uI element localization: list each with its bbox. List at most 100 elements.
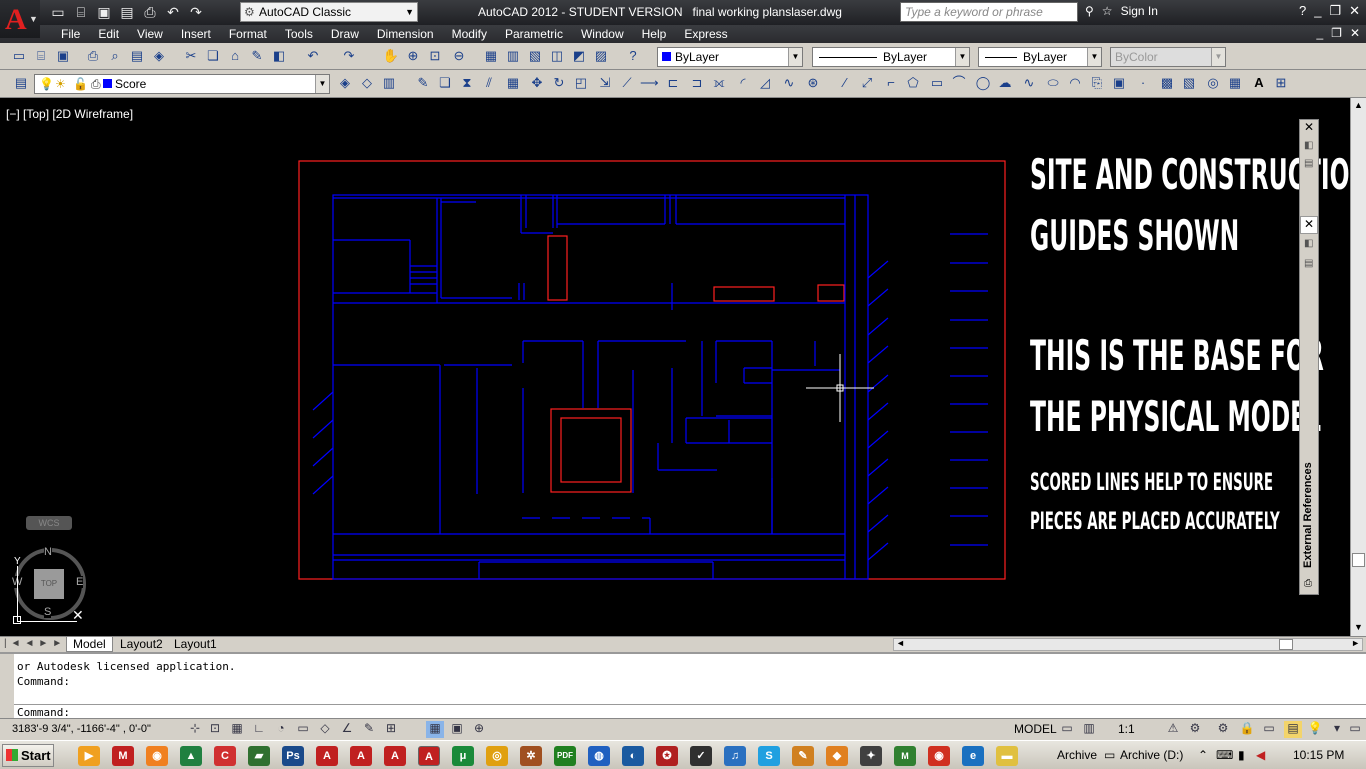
match-properties-icon[interactable]: ✎ — [248, 47, 266, 65]
palette-close-icon[interactable]: ✕ — [1300, 216, 1318, 234]
clock[interactable]: 10:15 PM — [1293, 748, 1344, 762]
office-icon[interactable]: M — [894, 746, 916, 766]
status-menu-icon[interactable]: ▾ — [1328, 721, 1346, 738]
command-window-grip[interactable] — [0, 654, 14, 718]
palette-autohide-icon[interactable]: ◧ — [1304, 140, 1313, 151]
polygon-icon[interactable]: ⬠ — [904, 74, 922, 92]
rotate-icon[interactable]: ↻ — [550, 74, 568, 92]
polar-tracking-icon[interactable]: ◔ — [272, 721, 290, 738]
coordinate-readout[interactable]: 3183'-9 3/4", -1166'-4" , 0'-0" — [12, 723, 151, 735]
autocad-taskbar-icon[interactable]: A — [384, 746, 406, 766]
hatch-icon[interactable]: ▩ — [1158, 74, 1176, 92]
doc-minimize-icon[interactable]: _ — [1316, 26, 1323, 40]
external-references-palette[interactable]: ✕ ◧ ▤ ✕ ◧ ▤ External References ⎙ — [1299, 119, 1319, 595]
quick-view-drawings-icon[interactable]: ▥ — [1080, 721, 1098, 738]
new-icon[interactable]: ▭ — [48, 3, 68, 21]
isolate-objects-icon[interactable]: ▤ — [1284, 721, 1302, 738]
copy-icon[interactable]: ❏ — [204, 47, 222, 65]
quickcalc-icon[interactable]: ▨ — [592, 47, 610, 65]
ccleaner-icon[interactable]: C — [214, 746, 236, 766]
zoom-realtime-icon[interactable]: ⊕ — [404, 47, 422, 65]
grid-display-icon[interactable]: ▦ — [228, 721, 246, 738]
spline-icon[interactable]: ∿ — [1020, 74, 1038, 92]
minimize-icon[interactable]: _ — [1314, 3, 1321, 19]
annotation-visibility-icon[interactable]: ⚠ — [1164, 721, 1182, 738]
ellipse-icon[interactable]: ⬭ — [1044, 74, 1062, 92]
plot-icon[interactable]: ⎙ — [140, 3, 160, 21]
plot-icon[interactable]: ⎙ — [84, 47, 102, 65]
sign-in-link[interactable]: Sign In — [1121, 4, 1158, 18]
wcs-menu[interactable]: WCS — [26, 516, 72, 530]
mirror-icon[interactable]: ⧗ — [458, 74, 476, 92]
utorrent-icon[interactable]: μ — [452, 746, 474, 766]
palette-menu-icon[interactable]: ▤ — [1304, 158, 1313, 169]
explode-icon[interactable]: ⊛ — [804, 74, 822, 92]
scroll-thumb[interactable] — [1352, 553, 1365, 567]
hardware-acceleration-icon[interactable]: ▭ — [1260, 721, 1278, 738]
trim-icon[interactable]: ⟋ — [618, 74, 636, 92]
block-editor-icon[interactable]: ◧ — [270, 47, 288, 65]
extend-icon[interactable]: ⟶ — [640, 74, 659, 92]
workspace-switching-icon[interactable]: ⚙ — [1214, 721, 1232, 738]
clean-screen-icon[interactable]: ▭ — [1346, 721, 1364, 738]
lineweight-dropdown[interactable]: ByLayer ▼ — [978, 47, 1102, 67]
menu-modify[interactable]: Modify — [443, 27, 496, 41]
add-selected-icon[interactable]: ⊞ — [1272, 74, 1290, 92]
arc-icon[interactable]: ⌒ — [950, 74, 968, 92]
cut-icon[interactable]: ✂ — [182, 47, 200, 65]
lineweight-toggle-icon[interactable]: ▦ — [426, 721, 444, 738]
snap-mode-icon[interactable]: ⊡ — [206, 721, 224, 738]
paste-icon[interactable]: ⌂ — [226, 47, 244, 65]
palette-close-icon[interactable]: ✕ — [1304, 120, 1314, 134]
3d-osnap-icon[interactable]: ◇ — [316, 721, 334, 738]
chamfer-icon[interactable]: ⟗ — [710, 74, 728, 92]
folder-icon[interactable]: ▬ — [996, 746, 1018, 766]
gradient-icon[interactable]: ▧ — [1180, 74, 1198, 92]
tool-palettes-icon[interactable]: ▧ — [526, 47, 544, 65]
array-icon[interactable]: ▦ — [504, 74, 522, 92]
vertical-scrollbar[interactable]: ▲ ▼ — [1350, 98, 1366, 636]
open-icon[interactable]: ⌸ — [71, 3, 91, 21]
google-earth-icon[interactable]: ◎ — [486, 746, 508, 766]
lock-icon[interactable]: 🔒 — [1238, 721, 1256, 738]
game-icon[interactable]: ✦ — [860, 746, 882, 766]
star-icon[interactable]: ☆ — [1102, 4, 1113, 18]
zoom-previous-icon[interactable]: ⊖ — [450, 47, 468, 65]
fillet-icon[interactable]: ◜ — [734, 74, 752, 92]
close-icon[interactable]: ✕ — [1349, 3, 1360, 19]
quick-view-layouts-icon[interactable]: ▭ — [1058, 721, 1076, 738]
infer-constraints-icon[interactable]: ⊹ — [186, 721, 204, 738]
menu-format[interactable]: Format — [220, 27, 276, 41]
palette-autohide-icon[interactable]: ◧ — [1304, 238, 1313, 249]
archive-toolbar-label[interactable]: Archive — [1057, 748, 1097, 762]
notes-icon[interactable]: ✎ — [792, 746, 814, 766]
menu-file[interactable]: File — [52, 27, 89, 41]
menu-tools[interactable]: Tools — [276, 27, 322, 41]
start-button[interactable]: Start — [2, 744, 54, 767]
redo-icon[interactable]: ↷ — [186, 3, 206, 21]
tab-model[interactable]: Model — [66, 637, 113, 652]
object-snap-tracking-icon[interactable]: ∠ — [338, 721, 356, 738]
skype-icon[interactable]: S — [758, 746, 780, 766]
menu-edit[interactable]: Edit — [89, 27, 128, 41]
sketchup-icon[interactable]: ▰ — [248, 746, 270, 766]
menu-dimension[interactable]: Dimension — [368, 27, 443, 41]
menu-parametric[interactable]: Parametric — [496, 27, 572, 41]
new-icon[interactable]: ▭ — [10, 47, 28, 65]
publish-icon[interactable]: ▤ — [128, 47, 146, 65]
save-icon[interactable]: ▣ — [94, 3, 114, 21]
line-icon[interactable]: ⁄ — [836, 74, 854, 92]
make-block-icon[interactable]: ▣ — [1110, 74, 1128, 92]
table-icon[interactable]: ▦ — [1226, 74, 1244, 92]
photoshop-icon[interactable]: Ps — [282, 746, 304, 766]
workspace-dropdown[interactable]: ⚙ AutoCAD Classic ▼ — [240, 2, 418, 22]
layer-state-icon[interactable]: ▥ — [380, 74, 398, 92]
media-player-icon[interactable]: ▶ — [78, 746, 100, 766]
volume-icon[interactable]: ◀ — [1256, 748, 1265, 762]
erase-icon[interactable]: ✎ — [414, 74, 432, 92]
annotation-scale[interactable]: 1:1 — [1118, 722, 1135, 736]
design-center-icon[interactable]: ▥ — [504, 47, 522, 65]
color-dropdown[interactable]: ByLayer ▼ — [657, 47, 803, 67]
ortho-mode-icon[interactable]: ∟ — [250, 721, 268, 738]
make-current-icon[interactable]: ◈ — [336, 74, 354, 92]
